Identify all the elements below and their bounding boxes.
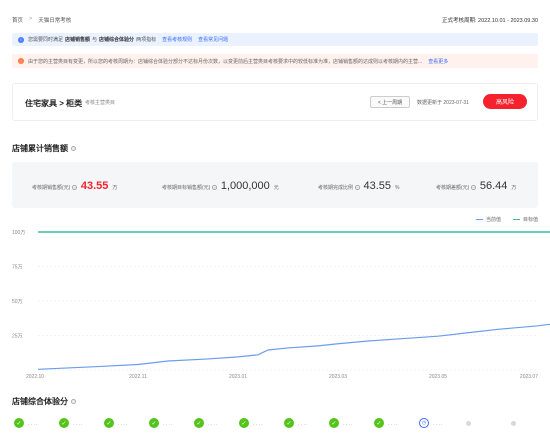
step-connector: ····: [343, 422, 354, 428]
check-circle-icon[interactable]: ✓: [104, 418, 114, 428]
info-text-1: 您需要同时满足: [28, 37, 64, 43]
y-tick-label: 100万: [12, 230, 25, 236]
experience-section-title: 店铺综合体验分 ?: [12, 396, 76, 407]
top-bar: 首页 > 天猫日常考核 正式考核周期: 2022.10.01 - 2023.09…: [0, 0, 550, 28]
help-icon[interactable]: ?: [212, 185, 217, 190]
metric-value: 43.55: [363, 180, 392, 192]
future-dot[interactable]: [466, 421, 471, 426]
y-tick-label: 25万: [12, 334, 23, 340]
legend-swatch: [512, 218, 520, 221]
data-updated-text: 数据更新于 2023-07-31: [417, 100, 469, 106]
x-tick-label: 2022.11: [129, 374, 147, 380]
warning-icon: !: [18, 58, 24, 64]
metric-label: 考核期目标销售额(元)?: [162, 185, 217, 191]
breadcrumb-separator: >: [29, 16, 33, 22]
metric-unit: 万: [511, 185, 517, 191]
view-more-link[interactable]: 查看更多: [428, 58, 448, 65]
experience-section-label: 店铺综合体验分: [12, 397, 68, 406]
current-value-line: [37, 323, 550, 370]
check-circle-icon[interactable]: ✓: [329, 418, 339, 428]
metric-label: 考核期销售额(元)?: [32, 185, 77, 191]
metric-value: 43.55: [80, 180, 109, 192]
warning-text: 由于您的主营类目有变更，所以您的考核周期为：店铺综合体验分部分不达标月份次数，以…: [28, 58, 423, 65]
help-icon[interactable]: ?: [72, 185, 77, 190]
high-risk-button[interactable]: 高风险: [483, 94, 527, 109]
step-connector: ····: [298, 422, 309, 428]
previous-period-button[interactable]: < 上一周期: [370, 96, 410, 108]
check-circle-icon[interactable]: ✓: [14, 418, 24, 428]
metric-sales: 考核期销售额(元)? 43.55 万: [32, 180, 117, 192]
category-card: 住宅家具 > 柜类 考核主营类目 < 上一周期 数据更新于 2023-07-31…: [12, 83, 538, 121]
metric-gap: 考核期差额(元)? 56.44 万: [436, 180, 516, 192]
check-circle-icon[interactable]: ✓: [374, 418, 384, 428]
y-tick-label: 75万: [12, 265, 23, 271]
metric-value: 56.44: [479, 180, 508, 192]
metric-value: 1,000,000: [220, 180, 270, 192]
view-faq-link[interactable]: 查看常见问题: [198, 36, 228, 43]
clock-icon[interactable]: ◷: [419, 418, 429, 428]
step-connector: ····: [253, 422, 264, 428]
x-tick-label: 2023.03: [329, 374, 347, 380]
y-tick-label: 50万: [12, 299, 23, 305]
monthly-steps: ✓ ···· ✓ ···· ✓ ···· ✓ ···· ✓ ···· ✓ ···· ✓ ···· ✓ ····…: [0, 415, 550, 431]
assessment-period: 正式考核周期: 2022.10.01 - 2023.09.30: [442, 18, 538, 24]
category-subtitle: 考核主营类目: [85, 100, 116, 106]
metric-completion: 考核期完成比例? 43.55 %: [318, 180, 400, 192]
breadcrumb: 首页 > 天猫日常考核: [12, 16, 71, 24]
legend-swatch: [475, 218, 483, 221]
step-connector: ····: [28, 422, 39, 428]
category-title: 住宅家具 > 柜类: [25, 99, 83, 108]
metric-unit: 元: [273, 185, 279, 191]
step-connector: ····: [73, 422, 84, 428]
metric-unit: %: [395, 185, 400, 191]
future-dot[interactable]: [511, 421, 516, 426]
metrics-panel: 考核期销售额(元)? 43.55 万 考核期目标销售额(元)? 1,000,00…: [12, 162, 538, 208]
view-rules-link[interactable]: 查看考核规则: [162, 36, 192, 43]
help-icon[interactable]: ?: [355, 185, 360, 190]
warning-notice: ! 由于您的主营类目有变更，所以您的考核周期为：店铺综合体验分部分不达标月份次数…: [12, 54, 538, 68]
sales-section-title: 店铺累计销售额 ?: [12, 143, 76, 154]
info-text-2: 与: [92, 37, 98, 43]
check-circle-icon[interactable]: ✓: [239, 418, 249, 428]
check-circle-icon[interactable]: ✓: [59, 418, 69, 428]
check-circle-icon[interactable]: ✓: [284, 418, 294, 428]
step-connector: ····: [163, 422, 174, 428]
metric-unit: 万: [112, 185, 118, 191]
breadcrumb-home[interactable]: 首页: [12, 16, 23, 24]
info-text-3: 两项指标: [136, 37, 157, 43]
info-icon: i: [18, 36, 24, 43]
x-tick-label: 2023.01: [229, 374, 247, 380]
help-icon[interactable]: ?: [71, 399, 76, 404]
breadcrumb-current: 天猫日常考核: [38, 18, 72, 24]
metric-target: 考核期目标销售额(元)? 1,000,000 元: [162, 180, 279, 192]
info-notice: i 您需要同时满足 店铺销售额 与 店铺综合体验分 两项指标 查看考核规则 查看…: [12, 33, 538, 46]
step-connector: ····: [208, 422, 219, 428]
help-icon[interactable]: ?: [471, 185, 476, 190]
sales-section-label: 店铺累计销售额: [12, 144, 68, 153]
check-circle-icon[interactable]: ✓: [149, 418, 159, 428]
metric-label: 考核期完成比例?: [318, 185, 360, 191]
step-connector: ····: [118, 422, 129, 428]
help-icon[interactable]: ?: [71, 146, 76, 151]
info-bold-score: 店铺综合体验分: [99, 37, 135, 43]
info-bold-sales: 店铺销售额: [65, 37, 91, 43]
x-tick-label: 2023.05: [429, 374, 447, 380]
x-tick-label: 2022.10: [26, 374, 44, 380]
sales-line-chart: 100万 75万 50万 25万 2022.10 2022.11 2023.01 2023.0…: [12, 230, 550, 380]
check-circle-icon[interactable]: ✓: [194, 418, 204, 428]
metric-label: 考核期差额(元)?: [436, 185, 476, 191]
step-connector: ····: [388, 422, 399, 428]
x-tick-label: 2023.07: [520, 374, 538, 380]
step-connector: ····: [433, 422, 444, 428]
sales-chart: 100万 75万 50万 25万 2022.10 2022.11 2023.01 2023.0…: [0, 222, 550, 382]
